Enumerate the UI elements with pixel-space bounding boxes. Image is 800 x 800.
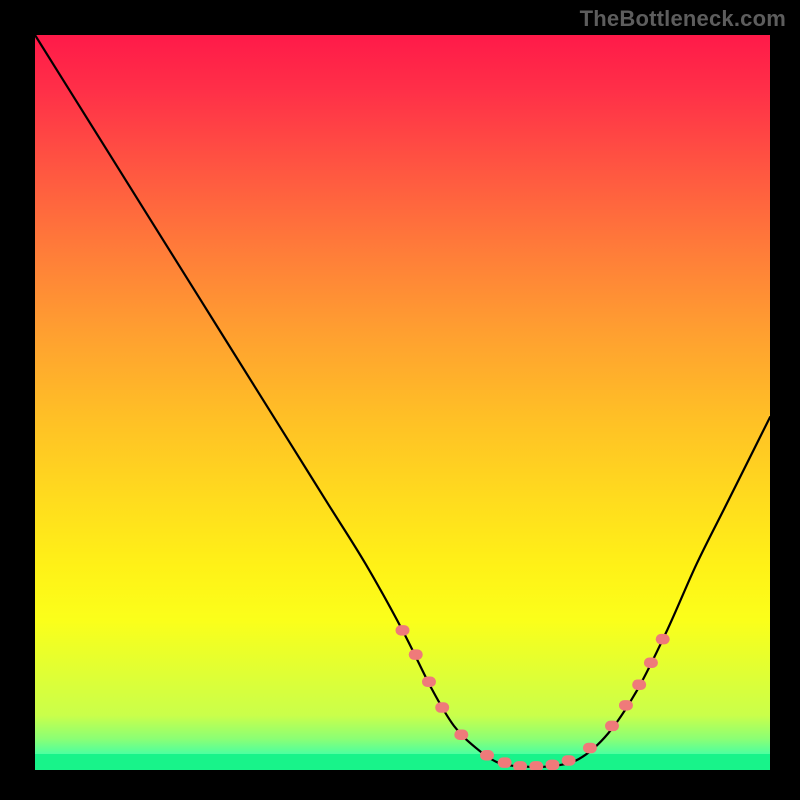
curve-layer: [35, 35, 770, 770]
highlight-dot: [644, 657, 658, 668]
highlight-dot: [422, 677, 436, 688]
chart-frame: TheBottleneck.com: [0, 0, 800, 800]
highlight-dot: [513, 761, 527, 770]
watermark-text: TheBottleneck.com: [580, 6, 786, 32]
plot-area: [35, 35, 770, 770]
highlight-dot: [454, 729, 468, 740]
highlight-dot: [605, 721, 619, 732]
highlight-dot: [480, 750, 494, 761]
bottleneck-curve: [35, 35, 770, 767]
highlight-dot: [529, 761, 543, 770]
highlight-dot: [583, 743, 597, 754]
highlight-dot: [409, 649, 423, 660]
highlight-dot: [435, 702, 449, 713]
highlight-dot: [545, 760, 559, 770]
highlight-dot: [562, 755, 576, 766]
highlight-dot: [619, 700, 633, 711]
highlight-dot: [498, 757, 512, 768]
highlight-dot: [632, 679, 646, 690]
highlight-dot: [656, 634, 670, 645]
highlight-dot: [396, 625, 410, 636]
